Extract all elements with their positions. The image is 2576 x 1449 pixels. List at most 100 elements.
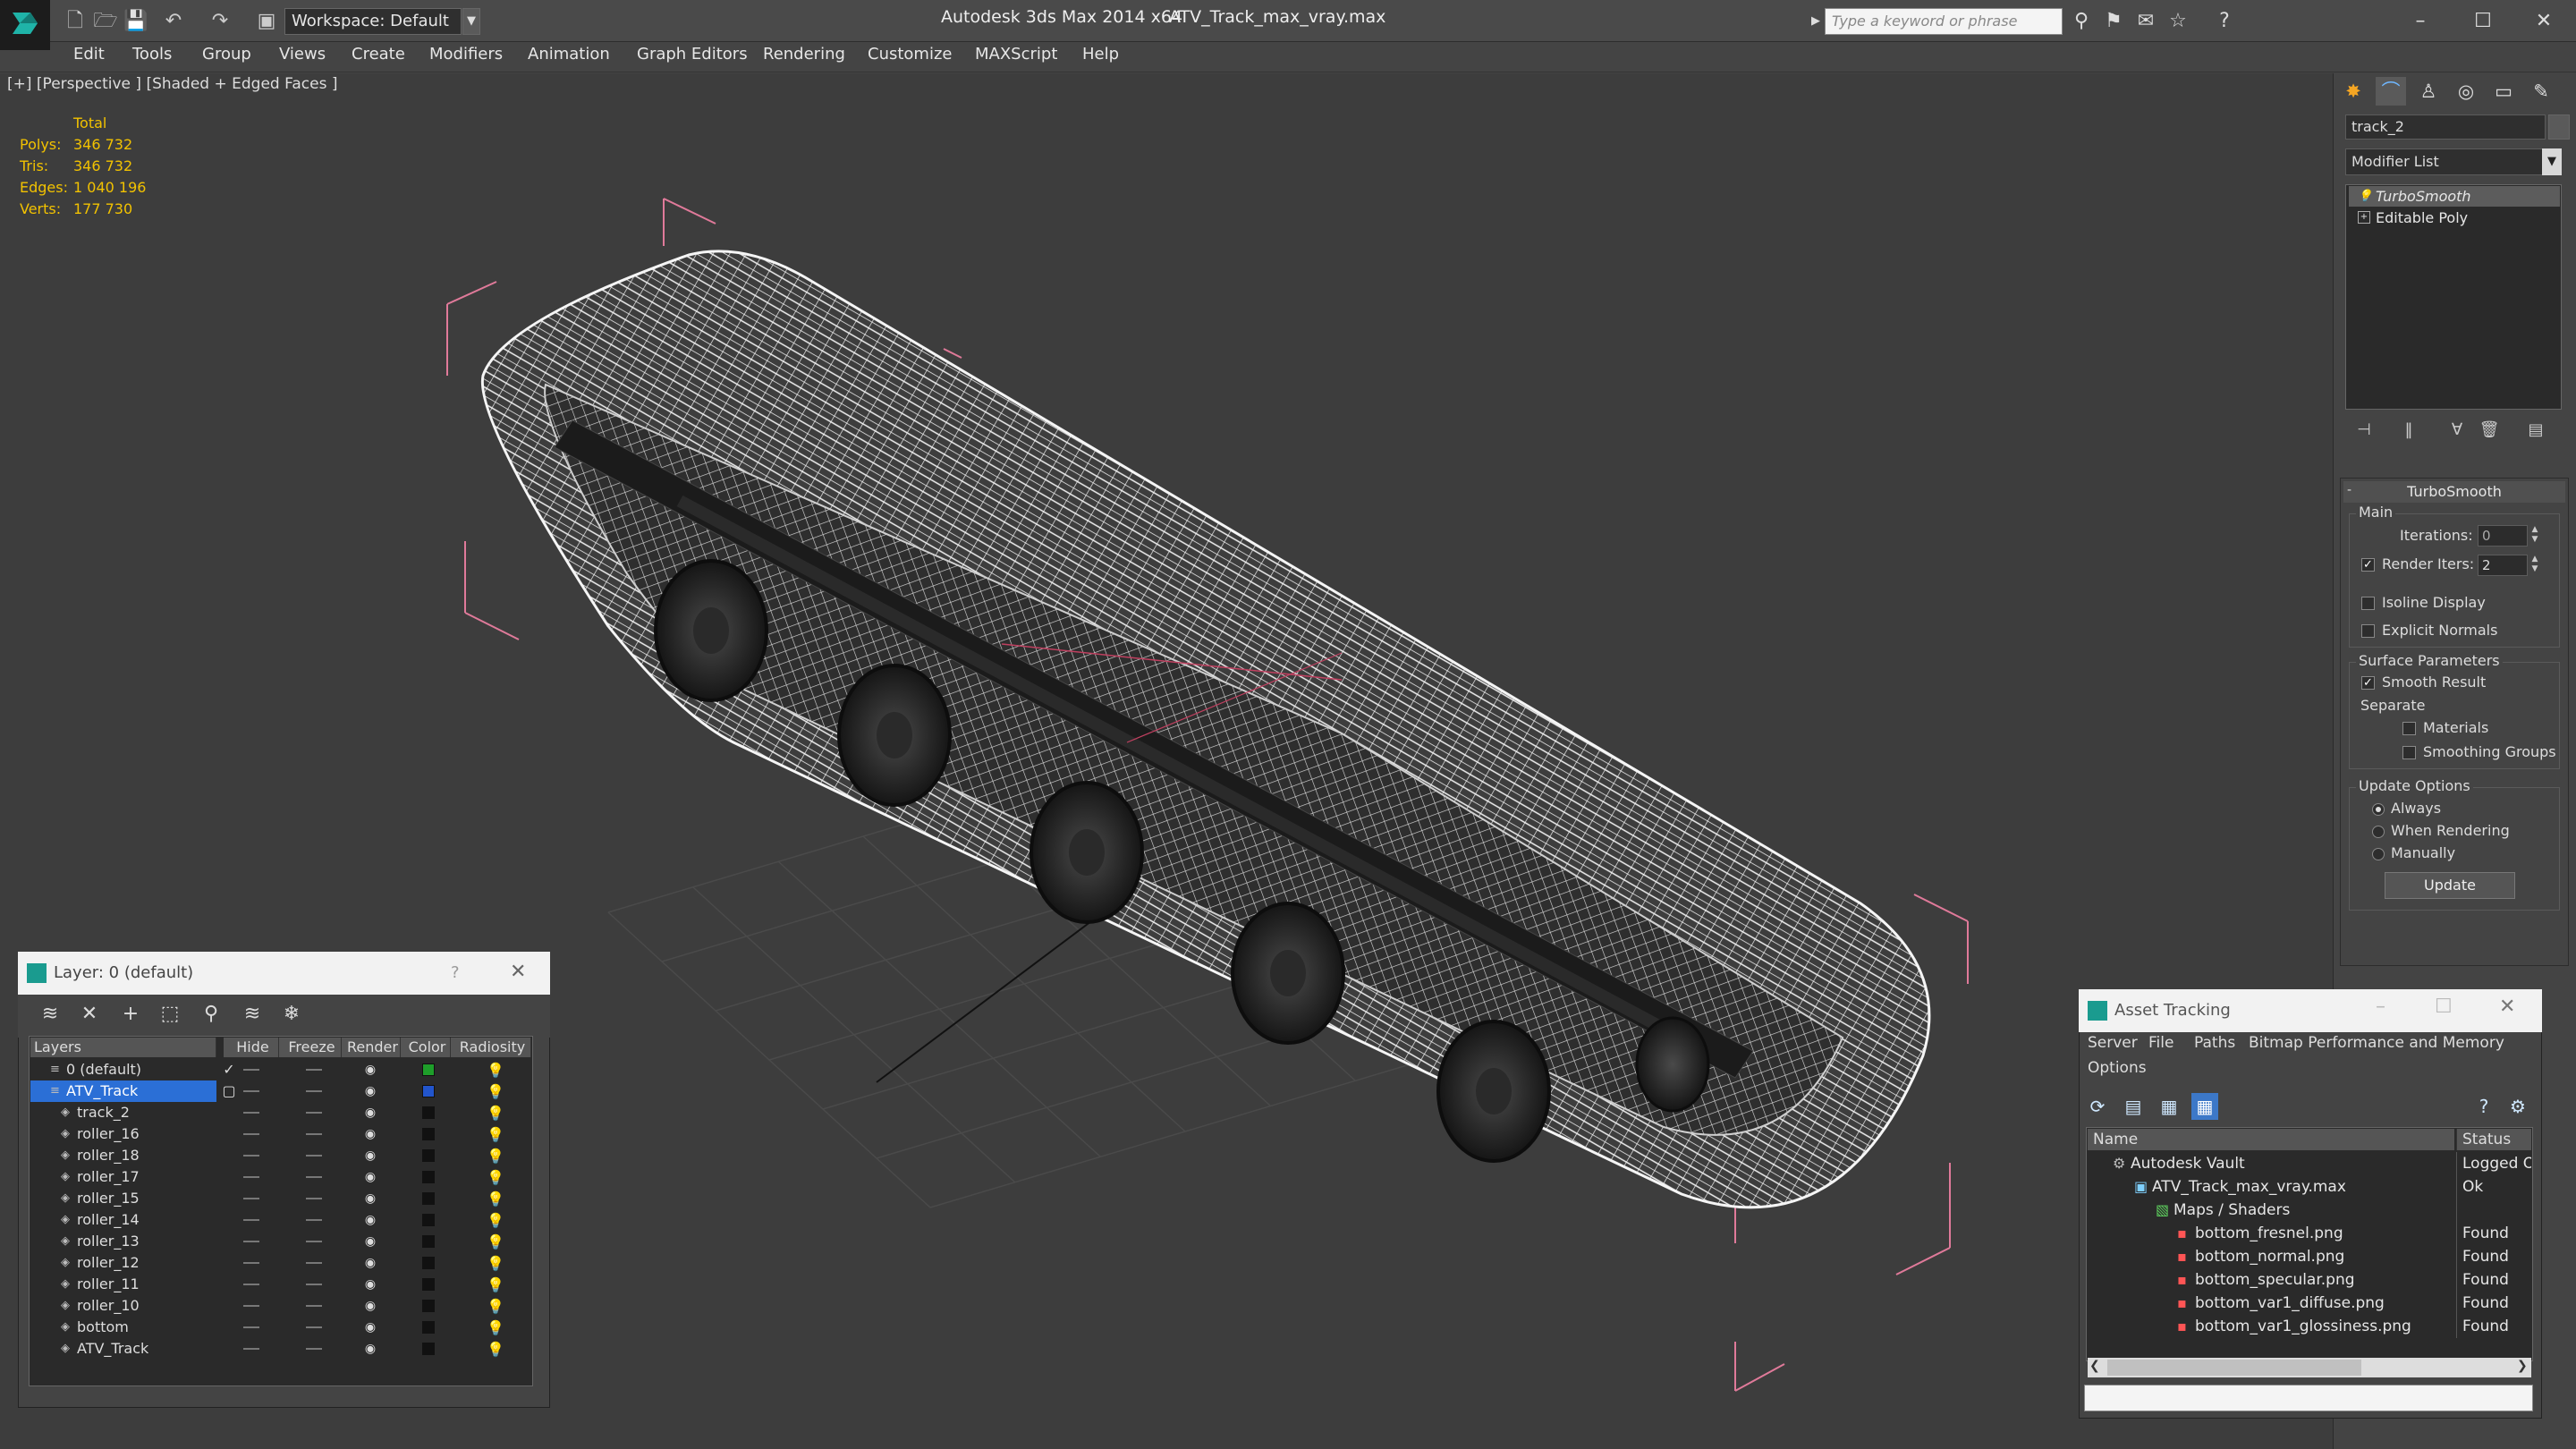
freeze-toggle[interactable] xyxy=(306,1284,322,1285)
layer-color-swatch[interactable] xyxy=(422,1171,435,1183)
layer-color-swatch[interactable] xyxy=(422,1149,435,1162)
communication-center-icon[interactable]: ✉ xyxy=(2132,8,2159,35)
expand-plus-icon[interactable]: + xyxy=(2358,211,2370,224)
render-teapot-icon[interactable]: ◉ xyxy=(361,1295,379,1317)
minimize-window-icon[interactable]: – xyxy=(2394,4,2447,39)
freeze-all-layers-icon[interactable]: ❄ xyxy=(277,1000,306,1029)
hide-toggle[interactable] xyxy=(243,1241,259,1242)
hide-toggle[interactable] xyxy=(243,1284,259,1285)
radiosity-bulb-icon[interactable]: 💡 xyxy=(487,1298,504,1316)
update-button[interactable]: Update xyxy=(2385,872,2515,899)
layer-name[interactable]: bottom xyxy=(30,1317,216,1338)
open-file-icon[interactable]: 🗁 xyxy=(93,9,118,34)
layer-color-swatch[interactable] xyxy=(422,1085,435,1097)
radiosity-bulb-icon[interactable]: 💡 xyxy=(487,1191,504,1208)
column-header-status[interactable]: Status xyxy=(2456,1129,2531,1150)
radiosity-bulb-icon[interactable]: 💡 xyxy=(487,1276,504,1294)
update-when-rendering-radio[interactable] xyxy=(2372,826,2385,838)
render-teapot-icon[interactable]: ◉ xyxy=(361,1123,379,1145)
render-teapot-icon[interactable]: ◉ xyxy=(361,1252,379,1274)
radiosity-bulb-icon[interactable]: 💡 xyxy=(487,1212,504,1230)
radiosity-bulb-icon[interactable]: 💡 xyxy=(487,1341,504,1359)
layer-color-swatch[interactable] xyxy=(422,1235,435,1248)
layer-name[interactable]: roller_16 xyxy=(30,1123,216,1145)
new-file-icon[interactable]: 🗋 xyxy=(63,9,88,34)
layer-row[interactable]: roller_11 ◈ ◉ 💡 xyxy=(30,1274,531,1295)
layer-name[interactable]: roller_12 xyxy=(30,1252,216,1274)
help-icon[interactable]: ? xyxy=(2211,8,2238,35)
configure-modifier-sets-icon[interactable]: ▤ xyxy=(2524,419,2547,442)
add-to-layer-icon[interactable]: + xyxy=(116,1000,145,1029)
close-window-icon[interactable]: ✕ xyxy=(2517,4,2571,39)
subscription-icon[interactable]: ⚑ xyxy=(2100,8,2127,35)
render-teapot-icon[interactable]: ◉ xyxy=(361,1317,379,1338)
workspace-dropdown[interactable]: Workspace: Default xyxy=(284,8,462,35)
menu-help[interactable]: Help xyxy=(1082,45,1119,64)
workspace-dropdown-arrow[interactable]: ▼ xyxy=(462,8,480,35)
search-input[interactable]: Type a keyword or phrase xyxy=(1825,8,2063,35)
render-iters-spinner[interactable]: 2 xyxy=(2478,555,2528,576)
freeze-toggle[interactable] xyxy=(306,1155,322,1157)
minimize-icon[interactable]: – xyxy=(2376,996,2385,1018)
layer-row[interactable]: ATV_Track ≡ ▢ ◉ 💡 xyxy=(30,1080,531,1102)
hide-toggle[interactable] xyxy=(243,1305,259,1307)
freeze-toggle[interactable] xyxy=(306,1326,322,1328)
layer-row[interactable]: roller_10 ◈ ◉ 💡 xyxy=(30,1295,531,1317)
hide-toggle[interactable] xyxy=(243,1326,259,1328)
scrollbar-thumb[interactable] xyxy=(2107,1360,2361,1376)
layer-name[interactable]: ATV_Track xyxy=(30,1338,216,1360)
close-icon[interactable]: ✕ xyxy=(510,961,526,983)
hide-toggle[interactable] xyxy=(243,1155,259,1157)
scroll-left-icon[interactable]: ❮ xyxy=(2089,1359,2100,1373)
hide-toggle[interactable] xyxy=(243,1262,259,1264)
render-teapot-icon[interactable]: ◉ xyxy=(361,1209,379,1231)
search-expand-icon[interactable]: ▶ xyxy=(1807,8,1825,35)
freeze-toggle[interactable] xyxy=(306,1112,322,1114)
layer-name[interactable]: roller_11 xyxy=(30,1274,216,1295)
favorites-star-icon[interactable]: ☆ xyxy=(2165,8,2191,35)
asset-menu-options[interactable]: Options xyxy=(2088,1059,2147,1077)
motion-tab-icon[interactable]: ◎ xyxy=(2451,77,2481,106)
layer-row[interactable]: ATV_Track ◈ ◉ 💡 xyxy=(30,1338,531,1360)
layer-color-swatch[interactable] xyxy=(422,1257,435,1269)
table-view-icon[interactable]: ▦ xyxy=(2191,1093,2218,1120)
collapse-minus-icon[interactable]: - xyxy=(2347,483,2351,497)
scroll-right-icon[interactable]: ❯ xyxy=(2517,1359,2528,1373)
hide-toggle[interactable] xyxy=(243,1176,259,1178)
asset-menu-file[interactable]: File xyxy=(2148,1034,2174,1052)
column-header-render[interactable]: Render xyxy=(342,1038,401,1057)
current-layer-check-icon[interactable]: ✓ xyxy=(220,1059,238,1080)
smoothing-groups-checkbox[interactable] xyxy=(2402,746,2416,759)
iterations-spinner[interactable]: 0 xyxy=(2478,525,2528,547)
render-teapot-icon[interactable]: ◉ xyxy=(361,1338,379,1360)
set-current-layer-icon[interactable]: ▢ xyxy=(220,1080,238,1102)
layer-name[interactable]: roller_15 xyxy=(30,1188,216,1209)
hide-toggle[interactable] xyxy=(243,1090,259,1092)
asset-menu-bitmap-performance[interactable]: Bitmap Performance and Memory xyxy=(2249,1034,2504,1052)
viewport-label[interactable]: [+] [Perspective ] [Shaded + Edged Faces… xyxy=(7,75,337,93)
spinner-arrows-icon[interactable]: ▲ ▼ xyxy=(2529,555,2540,576)
menu-maxscript[interactable]: MAXScript xyxy=(975,45,1057,64)
radiosity-bulb-icon[interactable]: 💡 xyxy=(487,1148,504,1165)
radiosity-bulb-icon[interactable]: 💡 xyxy=(487,1255,504,1273)
layer-row[interactable]: roller_16 ◈ ◉ 💡 xyxy=(30,1123,531,1145)
delete-layer-icon[interactable]: ✕ xyxy=(75,1000,104,1029)
freeze-toggle[interactable] xyxy=(306,1069,322,1071)
utilities-tab-icon[interactable]: ✎ xyxy=(2526,77,2556,106)
freeze-toggle[interactable] xyxy=(306,1262,322,1264)
layer-color-swatch[interactable] xyxy=(422,1300,435,1312)
layer-name[interactable]: track_2 xyxy=(30,1102,216,1123)
layer-row[interactable]: track_2 ◈ ◉ 💡 xyxy=(30,1102,531,1123)
menu-tools[interactable]: Tools xyxy=(132,45,172,64)
modifier-list-dropdown[interactable]: Modifier List xyxy=(2345,148,2560,175)
freeze-toggle[interactable] xyxy=(306,1241,322,1242)
list-view-icon[interactable]: ▤ xyxy=(2120,1093,2147,1120)
render-iters-checkbox[interactable]: ✓ xyxy=(2361,558,2375,572)
binoculars-icon[interactable]: ⚲ xyxy=(2068,8,2095,35)
radiosity-bulb-icon[interactable]: 💡 xyxy=(487,1105,504,1123)
hide-toggle[interactable] xyxy=(243,1198,259,1199)
display-tab-icon[interactable]: ▭ xyxy=(2488,77,2519,106)
layer-name[interactable]: roller_10 xyxy=(30,1295,216,1317)
render-teapot-icon[interactable]: ◉ xyxy=(361,1145,379,1166)
layer-row[interactable]: roller_13 ◈ ◉ 💡 xyxy=(30,1231,531,1252)
